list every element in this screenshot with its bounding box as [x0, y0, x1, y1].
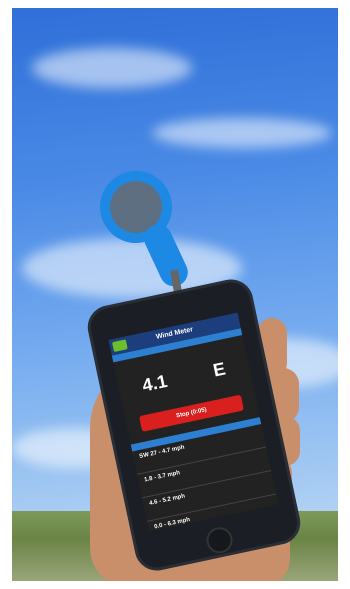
speed-value: 4.1 [140, 370, 169, 396]
home-button[interactable] [204, 524, 235, 556]
phone-screen: Wind Meter 4.1 E Stop (0:05) SW 27 - 4.7… [108, 312, 279, 532]
back-button[interactable] [112, 339, 128, 353]
photo-scene: Wind Meter 4.1 E Stop (0:05) SW 27 - 4.7… [12, 8, 338, 581]
direction-value: E [211, 358, 228, 381]
